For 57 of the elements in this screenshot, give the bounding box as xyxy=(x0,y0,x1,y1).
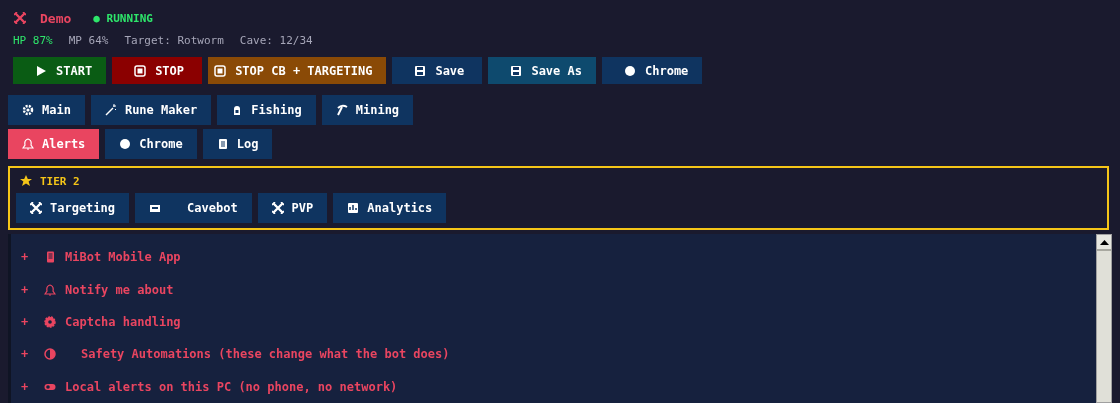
expand-toggle[interactable]: + xyxy=(21,379,35,394)
tab[interactable]: PVP xyxy=(257,193,328,223)
tab[interactable]: Analytics xyxy=(333,193,447,223)
expand-toggle[interactable]: + xyxy=(21,315,35,329)
scroll-up-button[interactable] xyxy=(1097,235,1111,251)
document-icon xyxy=(216,138,229,150)
crossed-swords-icon xyxy=(271,202,284,214)
circle-icon xyxy=(624,64,636,77)
tab[interactable]: Rune Maker xyxy=(90,95,212,125)
section-header[interactable]: Captcha handling xyxy=(65,315,181,329)
section-header[interactable]: Safety Automations (these change what the bot does) xyxy=(65,347,450,362)
stop-icon xyxy=(134,64,147,77)
tab[interactable]: Cavebot xyxy=(135,193,252,223)
crossed-swords-icon xyxy=(14,12,26,24)
stop-button[interactable]: STOP xyxy=(112,57,203,84)
tab[interactable]: Main xyxy=(8,95,85,125)
tab[interactable]: Alerts xyxy=(8,129,100,159)
half-circle-icon xyxy=(44,348,56,361)
tray-icon xyxy=(149,202,162,214)
expand-toggle[interactable]: + xyxy=(21,282,35,297)
crossed-swords-icon xyxy=(30,202,42,214)
pickaxe-icon xyxy=(335,104,348,116)
status-text: ● RUNNING xyxy=(93,11,153,25)
section-header[interactable]: MiBot Mobile App xyxy=(65,250,181,265)
app-title: Demo xyxy=(40,10,72,26)
action-button[interactable]: Chrome xyxy=(602,57,703,84)
stat-text: Cave: 12/34 xyxy=(239,34,313,48)
stat-text: MP 64% xyxy=(68,34,109,48)
circle-icon xyxy=(119,138,132,150)
expand-toggle[interactable]: + xyxy=(21,347,35,362)
action-button[interactable]: Save As xyxy=(488,57,596,84)
tab[interactable]: Mining xyxy=(321,95,414,125)
star-icon xyxy=(20,175,32,187)
stop-icon xyxy=(214,64,227,77)
bell-icon xyxy=(22,138,34,150)
gear-icon xyxy=(22,104,34,116)
scrollbar[interactable] xyxy=(1096,234,1112,403)
tab[interactable]: Chrome xyxy=(105,129,197,159)
cog-badge-icon xyxy=(44,316,56,328)
tab[interactable]: Targeting xyxy=(16,193,130,223)
tab[interactable]: Log xyxy=(202,129,273,159)
tier-label: TIER 2 xyxy=(40,174,80,188)
stat-text: Target: Rotworm xyxy=(124,34,224,48)
stat-text: HP 87% xyxy=(13,34,53,48)
up-arrow-icon xyxy=(1099,239,1109,245)
bell-icon xyxy=(44,283,56,296)
play-icon xyxy=(35,64,47,77)
start-button[interactable]: START xyxy=(13,57,107,84)
tab[interactable]: Fishing xyxy=(217,95,316,125)
chart-icon xyxy=(347,202,360,214)
phone-icon xyxy=(44,251,56,264)
section-header[interactable]: Notify me about xyxy=(65,282,174,297)
action-button[interactable]: Save xyxy=(392,57,483,84)
wand-icon xyxy=(104,104,117,116)
expand-toggle[interactable]: + xyxy=(21,250,35,265)
stop-targeting-button[interactable]: STOP CB + TARGETING xyxy=(208,57,387,84)
section-header[interactable]: Local alerts on this PC (no phone, no network) xyxy=(65,379,398,394)
